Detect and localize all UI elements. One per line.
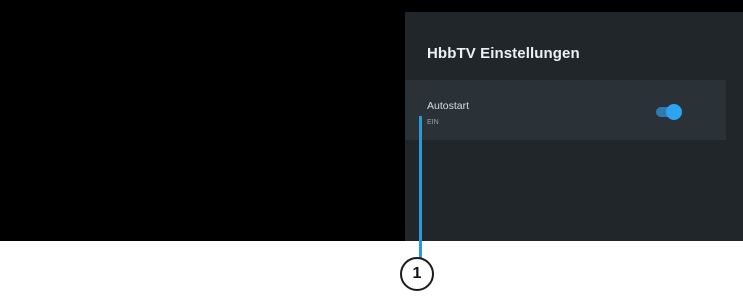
callout-marker: 1 — [400, 257, 434, 291]
toggle-knob — [666, 104, 682, 120]
setting-value: EIN — [427, 119, 439, 126]
callout-line — [419, 116, 422, 258]
autostart-setting-row[interactable]: Autostart EIN — [405, 80, 726, 140]
panel-title: HbbTV Einstellungen — [427, 45, 580, 62]
autostart-toggle[interactable] — [652, 104, 682, 120]
setting-label: Autostart — [427, 100, 470, 112]
settings-panel: HbbTV Einstellungen Autostart EIN — [405, 12, 743, 241]
